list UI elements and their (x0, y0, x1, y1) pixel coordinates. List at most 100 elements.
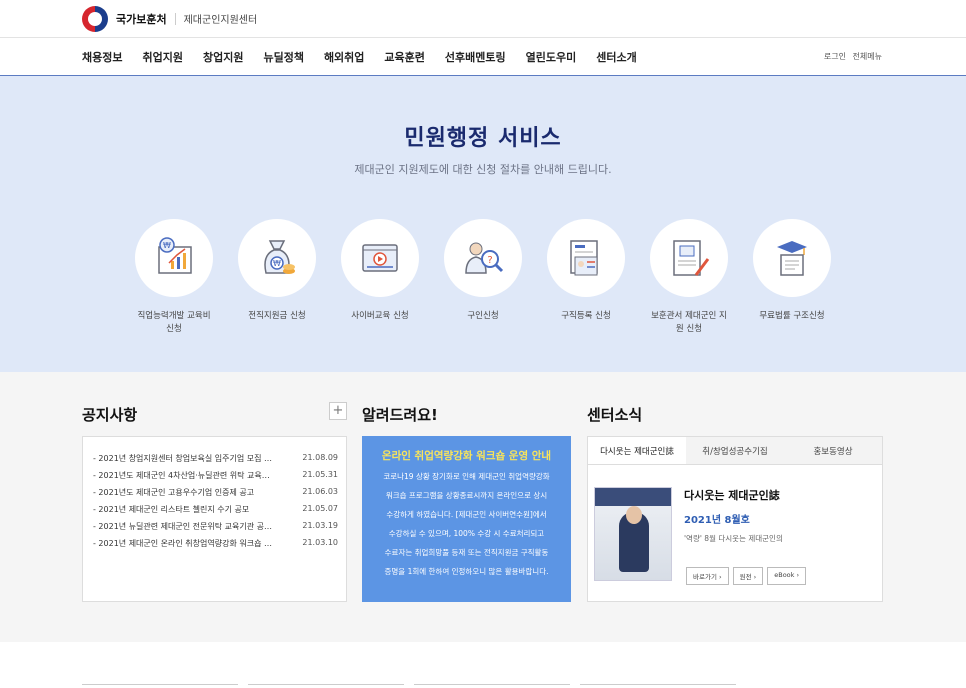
banner-line: 수강하게 하였습니다. [제대군인 사이버연수원]에서 (386, 510, 547, 519)
workshop-banner[interactable]: 온라인 취업역량강화 워크숍 운영 안내 코로나19 상황 장기화로 인해 제대… (362, 436, 571, 602)
notice-title: 공지사항 (82, 406, 138, 424)
site-header: 국가보훈처 제대군인지원센터 (0, 0, 966, 38)
login-link[interactable]: 로그인 (824, 52, 846, 61)
nav-item-employment[interactable]: 취업지원 (142, 49, 182, 65)
notice-item-date: 21.05.31 (302, 470, 338, 479)
center-news-panel: 센터소식 다시웃는 제대군인誌 취/창업성공수기집 홍보동영상 다시웃는 제대군… (587, 404, 883, 602)
notice-item-date: 21.03.19 (302, 521, 338, 530)
magazine-cover-image[interactable] (594, 487, 672, 581)
banner-line: 수강하실 수 있으며, 100% 수강 시 수료처리되고 (388, 529, 545, 538)
notice-item[interactable]: - 2021년 창업지원센터 창업보육실 입주기업 모집 … 21.08.09 (93, 453, 338, 464)
service-label: 사이버교육 신청 (351, 311, 409, 321)
notice-item-title: - 2021년도 제대군인 고용우수기업 인증제 공고 (93, 488, 255, 497)
notice-item[interactable]: - 2021년도 제대군인 고용우수기업 인증제 공고 21.06.03 (93, 487, 338, 498)
notice-item[interactable]: - 2021년도 제대군인 4차산업·뉴딜관련 위탁 교육… 21.05.31 (93, 470, 338, 481)
notice-panel: 공지사항 + - 2021년 창업지원센터 창업보육실 입주기업 모집 … 21.… (82, 402, 347, 602)
nav-item-newdeal[interactable]: 뉴딜정책 (263, 49, 303, 65)
footer-banner[interactable] (248, 684, 404, 688)
notice-list: - 2021년 창업지원센터 창업보육실 입주기업 모집 … 21.08.09 -… (82, 436, 347, 602)
magazine-description: '역량' 8월 다시웃는 제대군인의 (684, 534, 783, 543)
service-job-seeker[interactable]: 구직등록 신청 (547, 219, 625, 336)
banner-title: 온라인 취업역량강화 워크숍 운영 안내 (381, 450, 552, 462)
alert-title: 알려드려요! (362, 406, 438, 424)
service-label: 구인신청 (467, 311, 499, 321)
service-transition-fund[interactable]: ₩ 전직지원금 신청 (238, 219, 316, 336)
civil-service-hero: 민원행정 서비스 제대군인 지원제도에 대한 신청 절차를 안내해 드립니다. … (0, 76, 966, 372)
video-player-icon (341, 219, 419, 297)
service-education-cost[interactable]: ₩ 직업능력개발 교육비신청 (135, 219, 213, 336)
info-section: 공지사항 + - 2021년 창업지원센터 창업보육실 입주기업 모집 … 21.… (0, 372, 966, 642)
hero-subtitle: 제대군인 지원제도에 대한 신청 절차를 안내해 드립니다. (354, 163, 612, 176)
job-search-icon: ? (444, 219, 522, 297)
goto-button[interactable]: 바로가기 › (686, 567, 729, 585)
notice-item[interactable]: - 2021년 제대군인 리스타트 첼린지 수기 공모 21.05.07 (93, 504, 338, 515)
money-bag-icon: ₩ (238, 219, 316, 297)
magazine-issue: 2021년 8월호 (684, 515, 750, 526)
tab-success-stories[interactable]: 취/창업성공수기집 (686, 437, 784, 464)
footer-banner[interactable] (82, 684, 238, 688)
notice-item-title: - 2021년 제대군인 온라인 취창업역량강화 워크숍 … (93, 539, 272, 548)
hero-title: 민원행정 서비스 (404, 126, 562, 151)
nav-item-training[interactable]: 교육훈련 (384, 49, 424, 65)
service-label: 보훈관서 제대군인 지원 신청 (651, 311, 727, 334)
center-news-box: 다시웃는 제대군인誌 취/창업성공수기집 홍보동영상 다시웃는 제대군인誌 20… (587, 436, 883, 602)
news-tabs: 다시웃는 제대군인誌 취/창업성공수기집 홍보동영상 (588, 437, 882, 465)
magazine-buttons: 바로가기 › 원전 › eBook › (686, 567, 807, 585)
footer-banner-strip (82, 684, 736, 688)
tab-promo-video[interactable]: 홍보동영상 (784, 437, 882, 464)
service-legal-aid[interactable]: 무료법률 구조신청 (753, 219, 831, 336)
banner-line: 워크숍 프로그램을 상황종료시까지 온라인으로 상시 (385, 491, 548, 500)
notice-item[interactable]: - 2021년 뉴딜관련 제대군인 전문위탁 교육기관 공… 21.03.19 (93, 521, 338, 532)
nav-item-jobs[interactable]: 채용정보 (82, 49, 122, 65)
footer-banner[interactable] (580, 684, 736, 688)
service-cyber-education[interactable]: 사이버교육 신청 (341, 219, 419, 336)
main-nav: 채용정보 취업지원 창업지원 뉴딜정책 해외취업 교육훈련 선후배멘토링 열린도… (0, 38, 966, 76)
all-menu-link[interactable]: 전체메뉴 (853, 52, 882, 61)
service-label: 구직등록 신청 (561, 311, 611, 321)
utility-links: 로그인 전체메뉴 (820, 51, 882, 62)
svg-text:?: ? (487, 255, 492, 266)
alert-panel: 알려드려요! 온라인 취업역량강화 워크숍 운영 안내 코로나19 상황 장기화… (362, 404, 571, 602)
document-pen-icon (650, 219, 728, 297)
nav-item-help[interactable]: 열린도우미 (526, 49, 577, 65)
banner-line: 코로나19 상황 장기화로 인해 제대군인 취업역량강화 (383, 472, 550, 481)
nav-item-mentoring[interactable]: 선후배멘토링 (445, 49, 506, 65)
site-name[interactable]: 제대군인지원센터 (184, 11, 258, 26)
service-label: 전직지원금 신청 (248, 311, 306, 321)
chart-money-icon: ₩ (135, 219, 213, 297)
service-job-offer[interactable]: ? 구인신청 (444, 219, 522, 336)
nav-item-about[interactable]: 센터소개 (596, 49, 636, 65)
nav-item-overseas[interactable]: 해외취업 (324, 49, 364, 65)
notice-item-date: 21.05.07 (302, 504, 338, 513)
org-name[interactable]: 국가보훈처 (116, 11, 167, 27)
divider (174, 12, 176, 25)
service-label: 무료법률 구조신청 (759, 311, 825, 321)
footer-banner[interactable] (414, 684, 570, 688)
notice-item-title: - 2021년도 제대군인 4차산업·뉴딜관련 위탁 교육… (93, 471, 270, 480)
notice-more-button[interactable]: + (329, 402, 347, 420)
banner-line: 증명을 1회에 한하여 인정하오니 많은 활용바랍니다. (384, 567, 549, 576)
banner-line: 수료자는 취업희망풀 등재 또는 전직지원금 구직활동 (384, 548, 549, 557)
service-label: 직업능력개발 교육비신청 (137, 311, 211, 334)
cover-band (595, 488, 671, 506)
notice-item-title: - 2021년 창업지원센터 창업보육실 입주기업 모집 … (93, 454, 272, 463)
service-list: ₩ 직업능력개발 교육비신청 ₩ 전직지원금 신청 사이버교육 신청 ? 구인신… (0, 219, 966, 336)
center-title: 센터소식 (587, 406, 643, 424)
graduation-scroll-icon (753, 219, 831, 297)
nav-item-startup[interactable]: 창업지원 (203, 49, 243, 65)
notice-item-title: - 2021년 뉴딜관련 제대군인 전문위탁 교육기관 공… (93, 522, 272, 531)
ebook-button[interactable]: eBook › (767, 567, 807, 585)
svg-text:₩: ₩ (273, 259, 281, 268)
original-button[interactable]: 원전 › (732, 567, 764, 585)
mpva-logo-icon[interactable] (82, 5, 108, 32)
notice-item[interactable]: - 2021년 제대군인 온라인 취창업역량강화 워크숍 … 21.03.10 (93, 538, 338, 549)
notice-item-date: 21.08.09 (302, 453, 338, 462)
magazine-info: 다시웃는 제대군인誌 2021년 8월호 '역량' 8월 다시웃는 제대군인의 (684, 487, 794, 544)
magazine-title: 다시웃는 제대군인誌 (684, 489, 780, 502)
banner-body: 코로나19 상황 장기화로 인해 제대군인 취업역량강화 워크숍 프로그램을 상… (367, 467, 566, 581)
notice-item-title: - 2021년 제대군인 리스타트 첼린지 수기 공모 (93, 505, 250, 514)
service-veteran-support[interactable]: 보훈관서 제대군인 지원 신청 (650, 219, 728, 336)
resume-icon (547, 219, 625, 297)
tab-magazine[interactable]: 다시웃는 제대군인誌 (588, 437, 686, 464)
cover-face (626, 506, 642, 524)
